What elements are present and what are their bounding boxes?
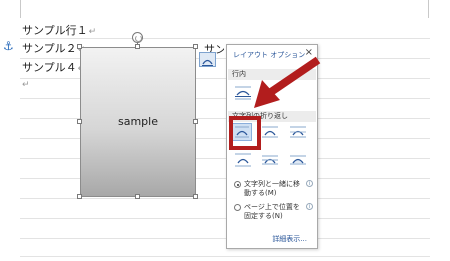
wrap-top-bottom-icon	[235, 153, 251, 167]
resize-handle-top[interactable]	[135, 44, 140, 49]
resize-handle-right[interactable]	[193, 119, 198, 124]
paragraph-1[interactable]: サンプル行１↵	[22, 24, 96, 39]
move-with-text-radio-row[interactable]: 文字列と一緒に移動する(M) i	[234, 180, 316, 198]
see-more-link[interactable]: 詳細表示...	[272, 234, 307, 244]
move-with-text-radio[interactable]	[234, 181, 241, 188]
layout-options-button[interactable]	[199, 52, 216, 67]
anchor-icon[interactable]: ⚓	[3, 39, 14, 53]
paragraph-3[interactable]: サンプル４↵	[22, 61, 85, 76]
wrap-through-option[interactable]	[288, 123, 308, 141]
resize-handle-bottom[interactable]	[135, 194, 140, 199]
resize-handle-top-right[interactable]	[193, 44, 198, 49]
wrap-in-front-icon	[290, 155, 306, 165]
text-line-rule	[20, 256, 430, 257]
info-icon[interactable]: i	[306, 180, 313, 187]
resize-handle-bottom-right[interactable]	[193, 194, 198, 199]
resize-handle-left[interactable]	[77, 119, 82, 124]
rotate-handle-icon[interactable]	[132, 32, 143, 43]
paragraph-text: サンプル２	[22, 42, 77, 55]
info-icon[interactable]: i	[306, 203, 313, 210]
wrap-behind-text-icon	[262, 155, 278, 165]
text-line-rule	[20, 238, 430, 239]
margin-guide-right	[428, 0, 429, 18]
wrap-in-front-option[interactable]	[288, 151, 308, 169]
layout-options-icon	[202, 59, 213, 66]
wrap-top-bottom-option[interactable]	[233, 151, 253, 169]
move-with-text-label: 文字列と一緒に移動する(M)	[244, 180, 300, 197]
paragraph-mark: ↵	[88, 27, 97, 37]
wrap-tight-icon	[262, 126, 278, 138]
text-line-rule	[20, 218, 430, 219]
image-label: sample	[118, 115, 158, 128]
wrap-behind-text-option[interactable]	[260, 151, 280, 169]
resize-handle-bottom-left[interactable]	[77, 194, 82, 199]
wrap-through-icon	[290, 126, 306, 138]
paragraph-text: サンプル４	[22, 61, 77, 74]
red-arrow-icon	[254, 56, 321, 108]
resize-handle-top-left[interactable]	[77, 44, 82, 49]
highlight-box	[229, 116, 261, 150]
fix-position-radio[interactable]	[234, 204, 241, 211]
paragraph-2[interactable]: サンプル２↵	[22, 42, 85, 57]
margin-guide-left	[20, 0, 21, 18]
sample-image[interactable]: sample	[77, 32, 198, 199]
empty-paragraph-mark[interactable]: ↵	[22, 80, 30, 90]
fix-position-label: ページ上で位置を固定する(N)	[244, 203, 300, 220]
wrap-tight-option[interactable]	[260, 123, 280, 141]
document-page: ⚓ サンプル行１↵ サンプル２↵ サンプル４↵ ↵ サンプル３ sample レ…	[0, 0, 450, 261]
fix-position-radio-row[interactable]: ページ上で位置を固定する(N) i	[234, 203, 316, 221]
paragraph-text: サンプル行１	[22, 24, 88, 37]
